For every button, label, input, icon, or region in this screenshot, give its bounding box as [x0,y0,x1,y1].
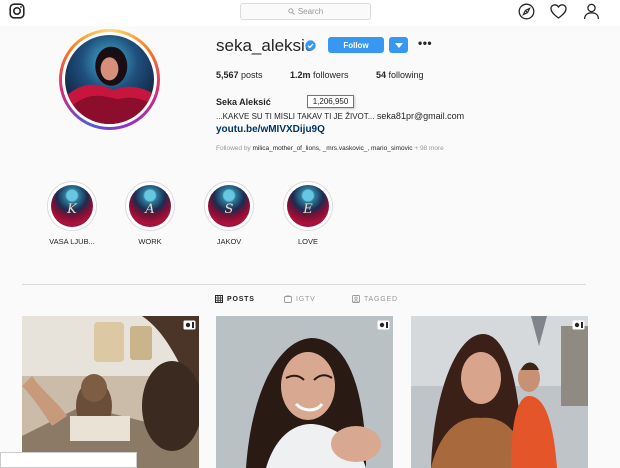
profile-bio: ...KAKVE SU TI MISLI TAKAV TI JE ŽIVOT..… [216,111,464,121]
post-thumbnail[interactable] [22,316,199,468]
profile-icon[interactable] [583,3,600,20]
suggested-accounts-dropdown-button[interactable] [389,37,408,53]
status-overlay [0,452,137,468]
avatar-photo [65,35,154,124]
highlight-cover: S [208,185,250,227]
chevron-down-icon [394,42,403,48]
followers-tooltip: 1,206,950 [307,95,354,108]
verified-badge-icon [305,40,316,51]
instagram-icon[interactable] [9,3,25,19]
highlight-letter: A [145,202,155,217]
highlight-cover: K [51,185,93,227]
profile-username: seka_aleksic [216,36,314,55]
video-icon [183,320,196,330]
highlight-label: WORK [138,237,162,246]
search-placeholder: Search [297,7,324,16]
post-thumbnail[interactable] [411,316,588,468]
video-icon [572,320,585,330]
grid-icon [215,295,223,303]
heart-icon[interactable] [550,3,567,20]
followed-by-prefix: Followed by [216,145,253,152]
followers-count: 1.2m [290,70,311,80]
highlight-jakov[interactable]: S JAKOV [203,181,255,246]
post-image [216,316,393,468]
tabs-divider [22,284,586,285]
highlight-letter: K [67,202,77,217]
profile-avatar[interactable] [59,29,160,130]
posts-count: 5,567 [216,70,239,80]
following-count: 54 [376,70,387,80]
followed-by-names: milica_mother_of_lions, _mrs.vaskovic_, … [252,145,413,152]
tab-igtv[interactable]: IGTV [284,295,316,303]
followed-by-more: + 98 more [412,145,444,152]
highlight-work[interactable]: A WORK [124,181,176,246]
search-icon [288,8,295,15]
followers-stat[interactable]: 1.2m followers [290,70,349,80]
explore-compass-icon[interactable] [518,3,535,20]
followed-by-text[interactable]: Followed by milica_mother_of_lions, _mrs… [216,145,444,152]
more-options-icon[interactable]: ••• [418,36,432,50]
tab-igtv-label: IGTV [296,295,316,303]
highlight-vasa-ljub[interactable]: K VASA LJUB... [46,181,98,246]
tab-tagged[interactable]: TAGGED [352,295,398,303]
post-image [411,316,588,468]
tab-posts[interactable]: POSTS [215,295,255,303]
tab-posts-label: POSTS [227,295,255,303]
bio-email: seka81pr@gmail.com [374,111,465,121]
follow-button[interactable]: Follow [328,37,384,53]
igtv-icon [284,295,292,303]
posts-label: posts [241,70,263,80]
highlight-label: JAKOV [216,237,242,246]
followers-label: followers [313,70,349,80]
highlight-cover: A [129,185,171,227]
highlight-love[interactable]: E LOVE [282,181,334,246]
top-navigation-bar: Search [0,0,620,26]
bio-text: ...KAKVE SU TI MISLI TAKAV TI JE ŽIVOT..… [216,112,375,121]
post-image [22,316,199,468]
post-thumbnail[interactable] [216,316,393,468]
posts-count-stat: 5,567 posts [216,70,263,80]
highlight-letter: S [224,202,234,217]
search-input[interactable]: Search [240,3,371,20]
highlight-letter: E [303,202,313,217]
profile-full-name: Seka Aleksić [216,97,271,107]
highlight-label: VASA LJUB... [49,237,95,246]
video-icon [377,320,390,330]
highlight-cover: E [287,185,329,227]
profile-website-link[interactable]: youtu.be/wMIVXDiju9Q [216,124,325,135]
tab-tagged-label: TAGGED [364,295,398,303]
following-stat[interactable]: 54 following [376,70,424,80]
tagged-icon [352,295,360,303]
following-label: following [388,70,424,80]
highlight-label: LOVE [297,237,318,246]
